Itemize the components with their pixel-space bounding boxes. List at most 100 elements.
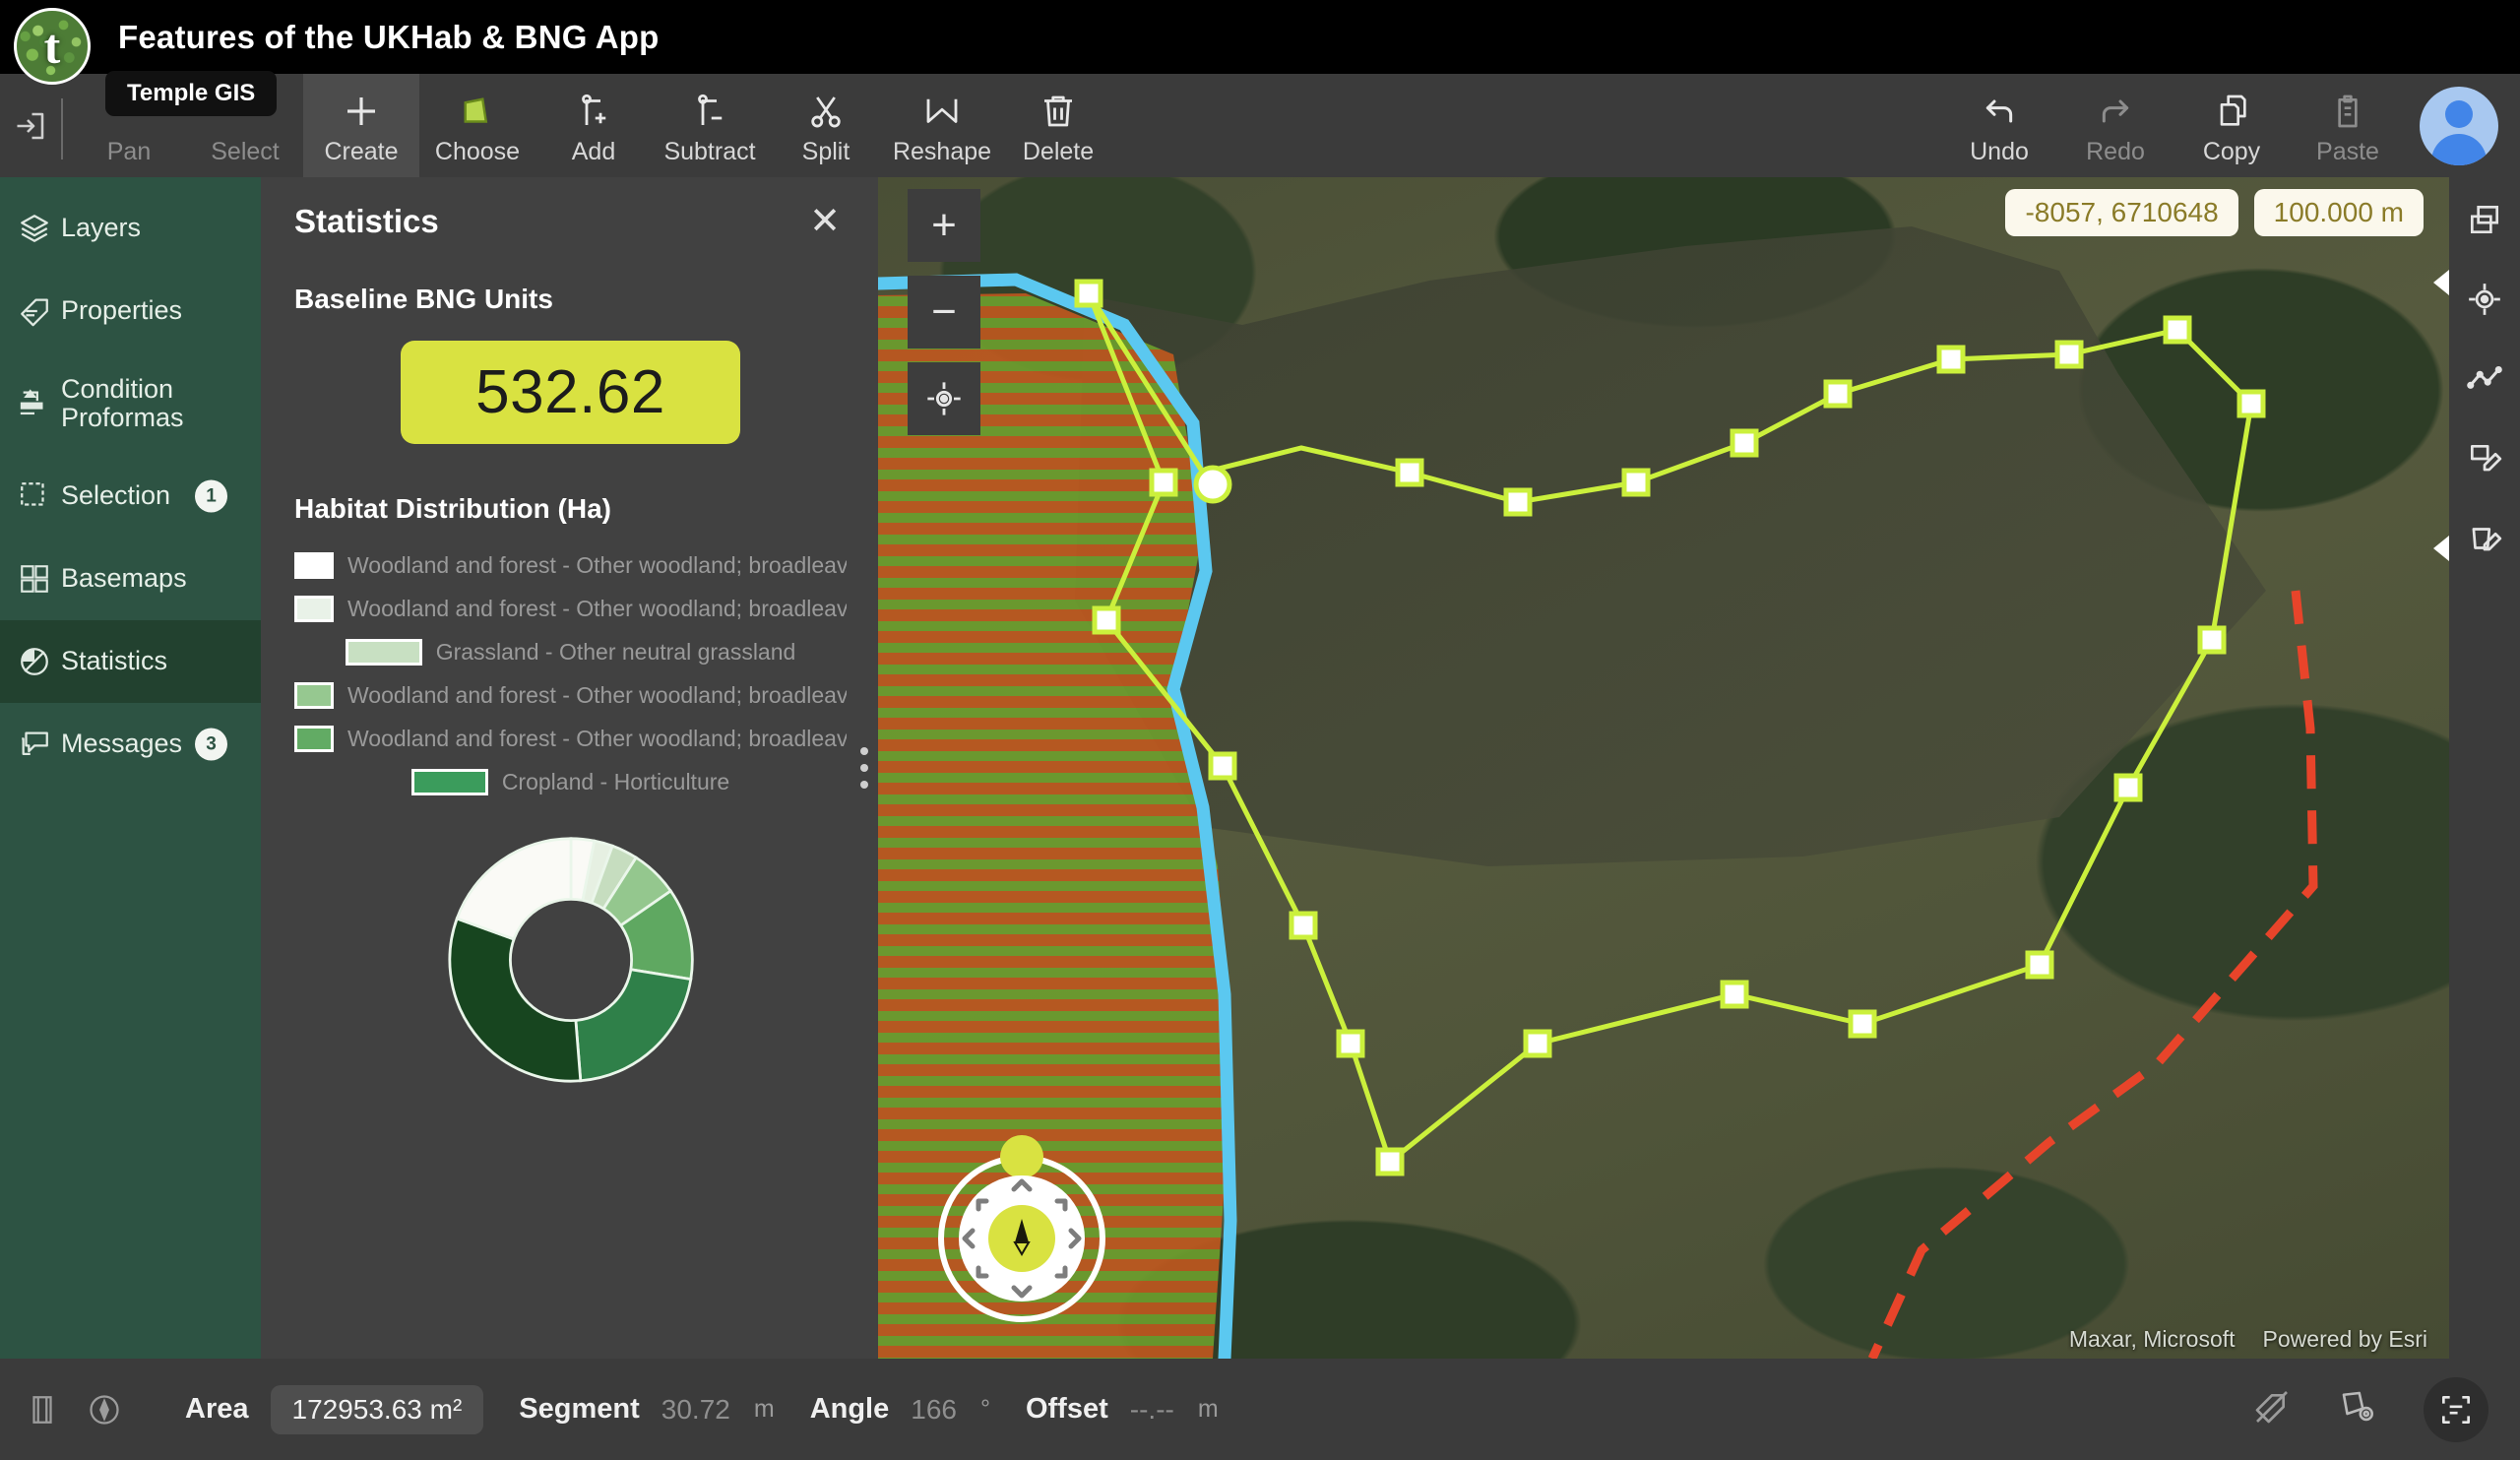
tool-label: Choose [434,138,521,165]
zoom-in-button[interactable]: + [908,189,980,262]
tool-label: Subtract [663,138,756,165]
habitat-section-title: Habitat Distribution (Ha) [294,493,611,524]
proforma-icon [8,387,61,420]
legend-item[interactable]: Woodland and forest - Other woodland; br… [294,594,847,623]
segment-label: Segment [519,1393,640,1425]
vertex-sub-icon [689,88,730,135]
tool-label: Copy [2202,138,2261,165]
statistics-panel: Statistics ✕ Baseline BNG Units 532.62 H… [261,177,878,1359]
compass-icon[interactable] [87,1392,122,1428]
plus-icon [341,88,382,135]
sidebar-item-messages[interactable]: Messages 3 [0,703,261,786]
legend-item[interactable]: Grassland - Other neutral grassland [294,637,847,667]
sidebar-item-layers[interactable]: Layers [0,187,261,270]
zoom-out-button[interactable]: − [908,276,980,349]
legend-item[interactable]: Woodland and forest - Other woodland; br… [294,724,847,753]
habitat-legend: Woodland and forest - Other woodland; br… [294,550,847,796]
tool-choose[interactable]: Choose [419,74,536,177]
locate-button[interactable] [908,362,980,435]
undo-button[interactable]: Undo [1941,74,2057,177]
undo-icon [1980,88,2019,135]
paste-button[interactable]: Paste [2290,74,2406,177]
map-canvas[interactable]: + − -8057, 6710648 100.000 m Maxar, Micr… [878,177,2449,1359]
panel-resize-handle[interactable] [860,747,868,789]
habitat-donut-chart[interactable] [294,822,847,1098]
legend-item[interactable]: Cropland - Horticulture [294,767,847,796]
tool-subtract[interactable]: Subtract [652,74,768,177]
basemap-icon [8,562,61,596]
map-zoom-controls[interactable]: + − [908,189,980,435]
right-tool-rail[interactable] [2433,177,2520,1359]
sidebar-item-basemaps[interactable]: Basemaps [0,538,261,620]
app-logo[interactable]: t [14,8,91,85]
tool-label: Delete [1022,138,1095,165]
attribution-provider: Powered by Esri [2262,1326,2427,1352]
status-bar: Area 172953.63 m² Segment 30.72 m Angle … [0,1359,2520,1460]
status-right-icons [2252,1376,2494,1442]
toolbar-divider [61,98,63,159]
legend-item[interactable]: Woodland and forest - Other woodland; br… [294,550,847,580]
area-value: 172953.63 m² [270,1384,484,1434]
close-icon[interactable]: ✕ [803,203,847,240]
document-icon[interactable] [26,1393,59,1427]
target-icon[interactable] [2466,281,2503,323]
line-chart-icon[interactable] [2466,360,2503,403]
title-pill: Features of the UKHab & BNG App [0,0,693,74]
legend-item[interactable]: Woodland and forest - Other woodland; br… [294,680,847,710]
tool-split[interactable]: Split [768,74,884,177]
segment-value: 30.72 [661,1393,730,1425]
navigation-compass[interactable] [923,1132,1120,1329]
edit-shape-icon[interactable] [2466,440,2503,482]
tool-label: Pan [106,138,152,165]
redo-button[interactable]: Redo [2057,74,2174,177]
selection-icon [8,479,61,513]
angle-label: Angle [809,1393,890,1425]
app-title: Features of the UKHab & BNG App [118,18,660,55]
tool-label: Split [801,138,850,165]
polygon-icon [457,88,498,135]
rail-expand-arrow-2[interactable] [2433,536,2449,561]
area-label: Area [185,1393,249,1425]
redo-icon [2096,88,2135,135]
left-sidebar[interactable]: Layers Properties Condition Proformas Se… [0,177,261,1359]
crosshair-icon [927,382,961,415]
legend-label: Woodland and forest - Other woodland; br… [347,725,847,751]
tool-label: Redo [2086,138,2145,165]
field-area [1075,226,2266,866]
sidebar-item-label: Condition Proformas [61,373,184,432]
tool-create[interactable]: Create [303,74,419,177]
sidebar-item-selection[interactable]: Selection 1 [0,455,261,538]
tool-add[interactable]: Add [536,74,652,177]
map-info-badges: -8057, 6710648 100.000 m [2005,189,2424,236]
copy-button[interactable]: Copy [2174,74,2290,177]
legend-label: Woodland and forest - Other woodland; br… [347,551,847,578]
bng-section-title: Baseline BNG Units [294,284,553,314]
sidebar-item-label: Statistics [61,646,168,676]
shape-settings-icon[interactable] [2337,1386,2378,1432]
exit-icon[interactable] [0,74,61,177]
scan-icon[interactable] [2424,1376,2488,1442]
panel-header: Statistics ✕ [294,203,847,240]
sidebar-item-label: Properties [61,295,183,326]
sidebar-item-condition-proformas[interactable]: Condition Proformas [0,352,261,455]
legend-swatch [294,681,334,709]
avatar[interactable] [2420,87,2498,165]
tool-delete[interactable]: Delete [1000,74,1116,177]
duplicate-icon[interactable] [2466,201,2503,243]
rail-expand-arrow-1[interactable] [2433,270,2449,295]
tool-reshape[interactable]: Reshape [884,74,1000,177]
sidebar-item-properties[interactable]: Properties [0,270,261,352]
vertex-add-icon [573,88,614,135]
delete-shape-icon[interactable] [2466,520,2503,562]
offset-label: Offset [1025,1393,1108,1425]
angle-value: 166 [911,1393,957,1425]
legend-swatch [294,551,334,579]
sidebar-item-label: Messages [61,729,183,759]
sidebar-item-statistics[interactable]: Statistics [0,620,261,703]
hide-layer-icon[interactable] [2252,1387,2292,1431]
donut-hole [508,898,633,1022]
properties-icon [8,294,61,328]
donut-svg [447,837,694,1083]
sidebar-item-label: Layers [61,213,142,243]
paste-icon [2328,88,2367,135]
